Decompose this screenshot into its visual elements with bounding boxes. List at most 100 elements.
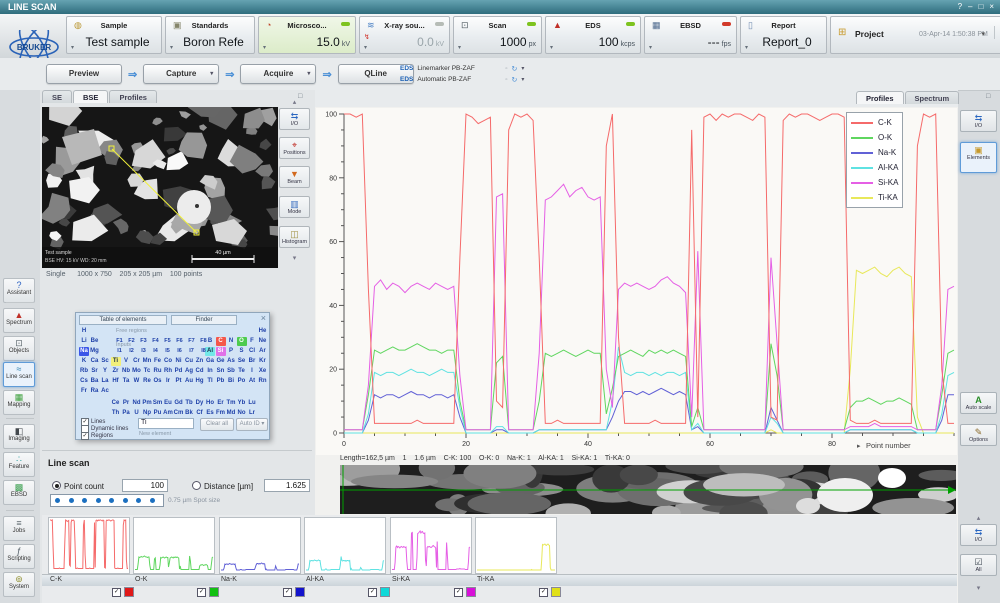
element-cell-Sb[interactable]: Sb: [226, 367, 236, 376]
right-tool-io[interactable]: ⇆I/O: [960, 110, 997, 132]
element-cell-Cr[interactable]: Cr: [132, 357, 142, 366]
element-cell-Fm[interactable]: Fm: [216, 409, 226, 418]
checkbox-regions[interactable]: ✓Regions: [81, 432, 113, 440]
element-cell-Rh[interactable]: Rh: [163, 367, 173, 376]
tab-finder[interactable]: Finder: [171, 315, 237, 325]
element-cell-Os[interactable]: Os: [153, 377, 163, 386]
free-region-F4[interactable]: F4: [150, 338, 161, 344]
mini-chart-toggle-Ti-KA[interactable]: ✓: [539, 587, 561, 597]
element-cell-F[interactable]: F: [247, 337, 257, 346]
element-cell-Tb[interactable]: Tb: [184, 399, 194, 408]
checkbox-box[interactable]: ✓: [539, 588, 548, 597]
element-cell-Ru[interactable]: Ru: [153, 367, 163, 376]
element-cell-V[interactable]: V: [121, 357, 131, 366]
input-region-I5[interactable]: I5: [162, 348, 173, 354]
panel-standards[interactable]: ▣Standards▾Boron Refe: [165, 16, 255, 54]
element-cell-Ho[interactable]: Ho: [205, 399, 215, 408]
chevron-down-icon[interactable]: ▾: [364, 44, 367, 51]
checkbox-box[interactable]: ✓: [81, 432, 89, 440]
chevron-down-icon[interactable]: ▾: [263, 44, 266, 51]
sidebar-item-feature[interactable]: ∴Feature: [3, 452, 35, 477]
element-cell-Co[interactable]: Co: [163, 357, 173, 366]
checkbox-box[interactable]: ✓: [454, 588, 463, 597]
element-cell-Md[interactable]: Md: [226, 409, 236, 418]
image-tool-io[interactable]: ⇆I/O: [279, 108, 310, 130]
element-cell-C[interactable]: C: [216, 337, 226, 346]
panel-project[interactable]: ⊞Project03-Apr-14 1:50:38 PM▾⇆: [830, 16, 1000, 54]
element-cell-Dy[interactable]: Dy: [195, 399, 205, 408]
mini-chart-toggle-Al-KA[interactable]: ✓: [368, 587, 390, 597]
element-cell-Au[interactable]: Au: [184, 377, 194, 386]
chevron-down-icon[interactable]: ▾: [71, 44, 74, 51]
panel-eds[interactable]: ▲EDS▾100kcps: [545, 16, 641, 54]
element-cell-Ca[interactable]: Ca: [90, 357, 100, 366]
right-tool-io[interactable]: ⇆I/O: [960, 524, 997, 546]
sidebar-item-jobs[interactable]: ≡Jobs: [3, 516, 35, 541]
new-element-input[interactable]: Ti: [138, 418, 194, 429]
element-cell-Lr[interactable]: Lr: [247, 409, 257, 418]
element-cell-Pr[interactable]: Pr: [121, 399, 131, 408]
distance-field[interactable]: 1.625: [264, 479, 310, 492]
element-cell-Np[interactable]: Np: [142, 409, 152, 418]
right-tool-elements[interactable]: ▣Elements: [960, 142, 997, 173]
element-cell-Ac[interactable]: Ac: [100, 387, 110, 396]
element-cell-Ni[interactable]: Ni: [174, 357, 184, 366]
element-cell-Ge[interactable]: Ge: [216, 357, 226, 366]
sidebar-item-imaging[interactable]: ◧Imaging: [3, 424, 35, 449]
sidebar-item-assistant[interactable]: ?Assistant: [3, 278, 35, 303]
element-cell-Sc[interactable]: Sc: [100, 357, 110, 366]
element-cell-Am[interactable]: Am: [163, 409, 173, 418]
element-cell-Pu[interactable]: Pu: [153, 409, 163, 418]
input-region-I8[interactable]: I8: [198, 348, 209, 354]
point-count-radio[interactable]: [52, 481, 61, 490]
sidebar-item-mapping[interactable]: ▦Mapping: [3, 390, 35, 415]
panel-microscope[interactable]: ◔Microsco...▾15.0kV: [258, 16, 356, 54]
mini-chart-toggle-Si-KA[interactable]: ✓: [454, 587, 476, 597]
element-cell-Rn[interactable]: Rn: [258, 377, 268, 386]
checkbox-box[interactable]: ✓: [197, 588, 206, 597]
element-cell-At[interactable]: At: [247, 377, 257, 386]
chevron-down-icon[interactable]: ▾: [279, 254, 310, 262]
mini-chart-toggle-O-K[interactable]: ✓: [197, 587, 219, 597]
element-cell-Xe[interactable]: Xe: [258, 367, 268, 376]
element-cell-P[interactable]: P: [226, 347, 236, 356]
acquire-button[interactable]: Acquire▾: [240, 64, 316, 84]
element-cell-W[interactable]: W: [132, 377, 142, 386]
checkbox-box[interactable]: ✓: [112, 588, 121, 597]
element-cell-Ti[interactable]: Ti: [111, 357, 121, 366]
right-tool-all[interactable]: ☑All: [960, 554, 997, 576]
element-cell-Gd[interactable]: Gd: [174, 399, 184, 408]
collapse-icon[interactable]: □: [986, 93, 990, 100]
element-cell-Zr[interactable]: Zr: [111, 367, 121, 376]
element-cell-U[interactable]: U: [132, 409, 142, 418]
element-cell-Mo[interactable]: Mo: [132, 367, 142, 376]
element-cell-Ne[interactable]: Ne: [258, 337, 268, 346]
element-cell-Cl[interactable]: Cl: [247, 347, 257, 356]
element-cell-Mg[interactable]: Mg: [90, 347, 100, 356]
chevron-up-icon[interactable]: ▴: [960, 514, 997, 522]
chevron-down-icon[interactable]: ▾: [210, 66, 213, 83]
element-cell-H[interactable]: H: [79, 327, 89, 336]
element-cell-Pd[interactable]: Pd: [174, 367, 184, 376]
mini-chart-toggle-Na-K[interactable]: ✓: [283, 587, 305, 597]
element-cell-As[interactable]: As: [226, 357, 236, 366]
element-cell-Bi[interactable]: Bi: [226, 377, 236, 386]
element-cell-Sm[interactable]: Sm: [153, 399, 163, 408]
element-cell-Tm[interactable]: Tm: [226, 399, 236, 408]
image-tool-beam[interactable]: ▼Beam: [279, 166, 310, 188]
method-row[interactable]: EDSLinemarker PB-ZAF▫↻▾: [400, 63, 524, 74]
element-cell-Nb[interactable]: Nb: [121, 367, 131, 376]
element-cell-Br[interactable]: Br: [247, 357, 257, 366]
sidebar-item-ebsd[interactable]: ▩EBSD: [3, 480, 35, 505]
help-icon[interactable]: ?: [958, 2, 962, 11]
restore-icon[interactable]: □: [978, 2, 983, 11]
tab-profiles[interactable]: Profiles: [856, 91, 904, 104]
element-cell-I[interactable]: I: [247, 367, 257, 376]
chevron-down-icon[interactable]: ▾: [170, 44, 173, 51]
element-cell-Cs[interactable]: Cs: [79, 377, 89, 386]
input-region-I1[interactable]: I1: [114, 348, 125, 354]
input-region-I4[interactable]: I4: [150, 348, 161, 354]
chevron-down-icon[interactable]: ▾: [521, 65, 524, 72]
method-row[interactable]: EDSAutomatic PB-ZAF▫↻▾: [400, 74, 524, 85]
preview-button[interactable]: Preview: [46, 64, 122, 84]
